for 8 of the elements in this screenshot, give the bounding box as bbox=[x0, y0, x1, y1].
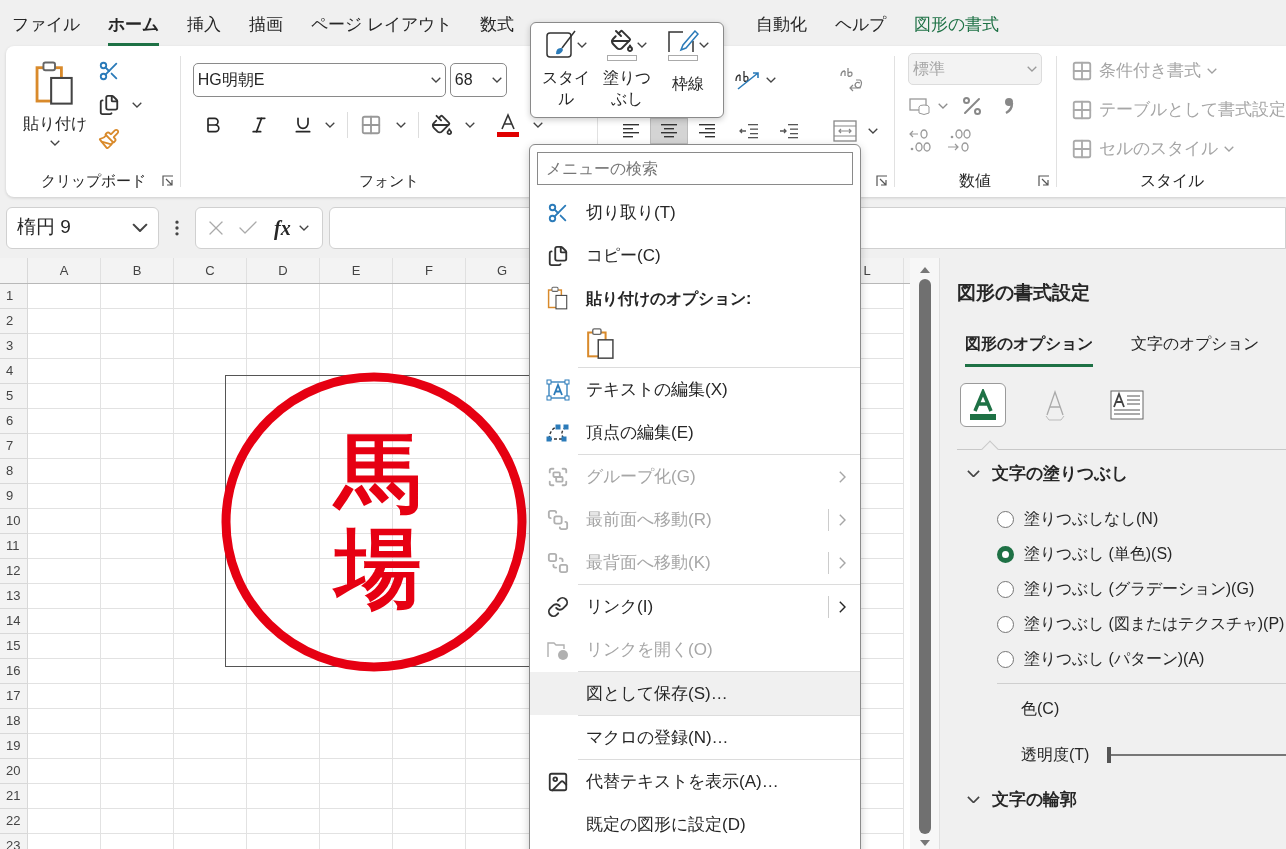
group-label: 数値 bbox=[959, 171, 992, 191]
group-label: クリップボード bbox=[40, 170, 146, 191]
transparency-label: 透明度(T) bbox=[1021, 744, 1090, 765]
pane-title: 図形の書式設定 bbox=[957, 281, 1091, 305]
group-label: フォント bbox=[358, 170, 419, 191]
color-label: 色(C) bbox=[1020, 698, 1061, 719]
menu-section-header: 貼り付けのオプション: bbox=[586, 288, 752, 309]
group-label: スタイル bbox=[1139, 171, 1204, 191]
